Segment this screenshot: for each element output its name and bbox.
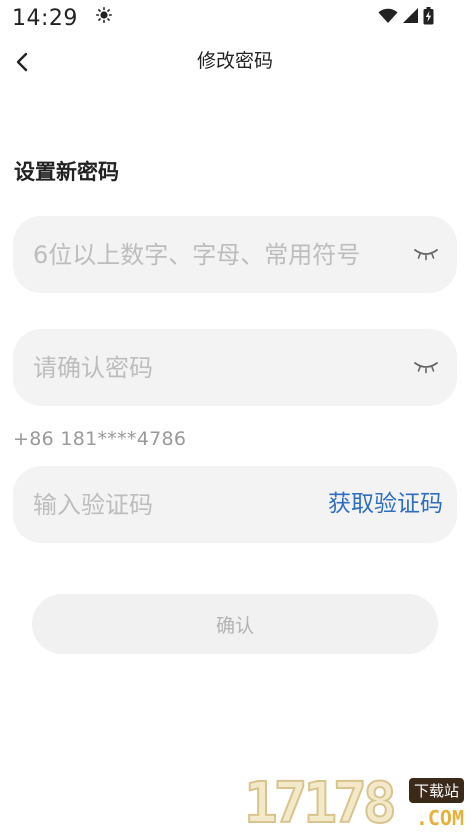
status-icons	[378, 7, 434, 25]
watermark-badge: 下载站	[408, 778, 464, 803]
new-password-field	[13, 216, 457, 293]
section-title: 设置新密码	[14, 160, 119, 184]
eye-closed-icon[interactable]	[413, 244, 439, 264]
nav-bar: 修改密码	[0, 38, 470, 82]
confirm-button[interactable]: 确认	[32, 594, 438, 654]
confirm-password-field	[13, 329, 457, 406]
verification-code-field: 获取验证码	[13, 466, 457, 543]
watermark-domain: .COM	[415, 806, 464, 830]
signal-icon	[403, 8, 418, 23]
eye-closed-icon[interactable]	[413, 357, 439, 377]
wifi-icon	[378, 8, 398, 23]
confirm-password-input[interactable]	[33, 329, 403, 406]
status-time: 14:29	[12, 6, 78, 31]
page-title: 修改密码	[196, 50, 273, 72]
watermark-logo: 17178 下载站 .COM	[243, 771, 470, 836]
sun-icon	[96, 7, 112, 23]
battery-charging-icon	[423, 7, 434, 25]
watermark-digits: 17178	[243, 771, 398, 836]
new-password-input[interactable]	[33, 216, 403, 293]
phone-number: +86 181****4786	[13, 428, 187, 450]
status-bar: 14:29	[0, 0, 470, 36]
verification-code-input[interactable]	[33, 466, 303, 543]
get-code-button[interactable]: 获取验证码	[328, 486, 443, 522]
